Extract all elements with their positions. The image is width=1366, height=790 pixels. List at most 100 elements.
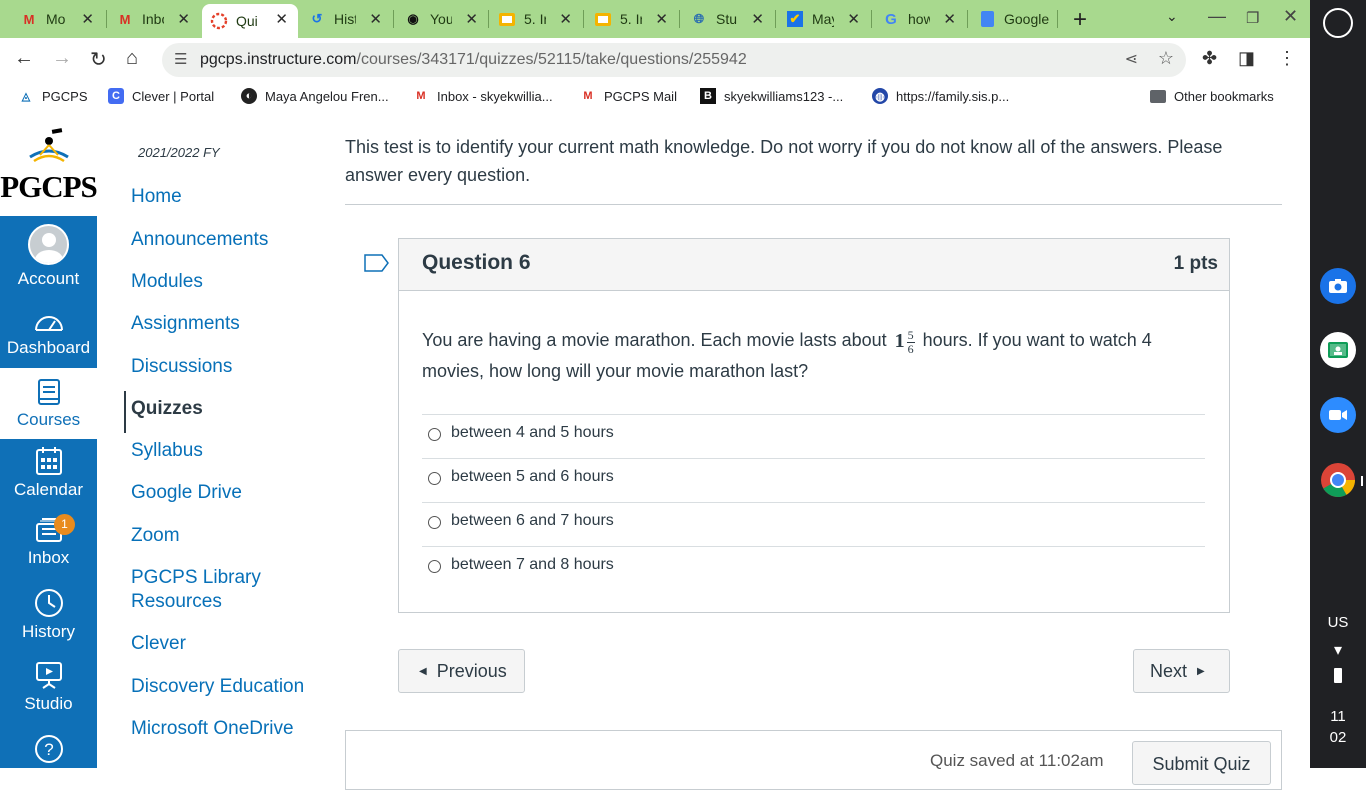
course-nav-onedrive[interactable]: Microsoft OneDrive xyxy=(131,717,294,741)
global-nav-help[interactable]: ? xyxy=(0,734,97,768)
answer-option[interactable]: between 4 and 5 hours xyxy=(422,414,1205,458)
extensions-puzzle-icon[interactable]: ✤ xyxy=(1202,48,1217,69)
close-icon[interactable]: ✕ xyxy=(751,10,764,28)
bookmark-clever[interactable]: C Clever | Portal xyxy=(108,88,214,104)
answer-option[interactable]: between 7 and 8 hours xyxy=(422,546,1205,590)
classroom-app-icon[interactable] xyxy=(1320,332,1356,368)
clock-hour[interactable]: 11 xyxy=(1310,708,1366,725)
menu-kebab-icon[interactable]: ⋮ xyxy=(1278,48,1296,69)
minimize-icon[interactable]: — xyxy=(1208,6,1226,27)
chrome-app-icon[interactable] xyxy=(1320,462,1356,498)
course-nav-modules[interactable]: Modules xyxy=(131,270,203,294)
submit-quiz-button[interactable]: Submit Quiz xyxy=(1132,741,1271,785)
close-icon[interactable]: ✕ xyxy=(177,10,190,28)
battery-icon[interactable] xyxy=(1310,668,1366,687)
close-icon[interactable]: ✕ xyxy=(943,10,956,28)
flag-question-icon[interactable] xyxy=(364,254,390,272)
zoom-app-icon[interactable] xyxy=(1320,397,1356,433)
close-icon[interactable]: ✕ xyxy=(559,10,572,28)
logo-graphic-icon xyxy=(29,128,69,163)
answer-label[interactable]: between 4 and 5 hours xyxy=(451,424,614,442)
keyboard-layout[interactable]: US xyxy=(1310,614,1366,631)
next-button[interactable]: Next ▶ xyxy=(1133,649,1230,693)
tab-student[interactable]: 🌐︎ Stu ✕ xyxy=(682,4,774,34)
home-icon[interactable]: ⌂ xyxy=(126,47,138,70)
close-icon[interactable]: ✕ xyxy=(369,10,382,28)
answer-radio[interactable] xyxy=(428,428,441,441)
bookmark-inbox[interactable]: M Inbox - skyekwillia... xyxy=(413,88,552,104)
close-icon[interactable]: ✕ xyxy=(847,10,860,28)
tab-gmail-1[interactable]: M Mo ✕ xyxy=(12,4,104,34)
tab-history[interactable]: ↺ Hist ✕ xyxy=(300,4,392,34)
global-nav-account[interactable]: Account xyxy=(0,224,97,289)
answer-radio[interactable] xyxy=(428,516,441,529)
global-nav-inbox[interactable]: 1 Inbox xyxy=(0,514,97,568)
address-bar[interactable]: ☰ pgcps.instructure.com/courses/343171/q… xyxy=(162,43,1186,77)
docs-icon xyxy=(978,10,996,28)
share-icon[interactable]: ⋖ xyxy=(1125,49,1138,69)
global-nav-history[interactable]: History xyxy=(0,588,97,642)
bookmark-maya-angelou[interactable]: ◐ Maya Angelou Fren... xyxy=(241,88,389,104)
bookmark-star-icon[interactable]: ☆ xyxy=(1158,48,1174,69)
course-nav-zoom[interactable]: Zoom xyxy=(131,524,180,548)
answer-radio[interactable] xyxy=(428,560,441,573)
bookmark-family-sis[interactable]: ◍ https://family.sis.p... xyxy=(872,88,1009,104)
clock-minute[interactable]: 02 xyxy=(1310,729,1366,746)
bookmark-pgcps-mail[interactable]: M PGCPS Mail xyxy=(580,88,677,104)
tab-gmail-2[interactable]: M Inbo ✕ xyxy=(108,4,200,34)
tab-slides-2[interactable]: 5. Ir ✕ xyxy=(586,4,678,34)
tab-quiz-active[interactable]: Qui ✕ xyxy=(202,4,298,38)
tab-google-docs[interactable]: Google xyxy=(970,4,1062,34)
course-nav-home[interactable]: Home xyxy=(131,185,182,209)
course-nav-clever[interactable]: Clever xyxy=(131,632,186,656)
answer-radio[interactable] xyxy=(428,472,441,485)
gmail-icon: M xyxy=(23,11,35,27)
question-card: Question 6 1 pts You are having a movie … xyxy=(398,238,1230,613)
bookmark-skyekwilliams[interactable]: B skyekwilliams123 -... xyxy=(700,88,843,104)
tab-search-chevron-icon[interactable]: ⌄ xyxy=(1166,8,1178,25)
course-nav-assignments[interactable]: Assignments xyxy=(131,312,240,336)
bookmark-other-bookmarks[interactable]: Other bookmarks xyxy=(1150,88,1274,104)
new-tab-button[interactable]: + xyxy=(1073,6,1087,34)
close-icon[interactable]: ✕ xyxy=(655,10,668,28)
courses-book-icon xyxy=(37,379,60,405)
tab-google-search[interactable]: G how ✕ xyxy=(874,4,966,34)
global-nav-courses[interactable]: Courses xyxy=(0,368,97,439)
course-nav-syllabus[interactable]: Syllabus xyxy=(131,439,203,463)
answer-label[interactable]: between 6 and 7 hours xyxy=(451,512,614,530)
answer-label[interactable]: between 5 and 6 hours xyxy=(451,468,614,486)
close-icon[interactable]: ✕ xyxy=(81,10,94,28)
bookmark-pgcps[interactable]: ◬ PGCPS xyxy=(18,88,88,104)
close-icon[interactable]: ✕ xyxy=(275,10,288,28)
tab-youtube[interactable]: ◉ You ✕ xyxy=(396,4,488,34)
global-navigation: PGCPS Account Dashboard Courses Calendar… xyxy=(0,123,98,768)
forward-arrow-icon[interactable]: → xyxy=(52,47,72,70)
global-nav-studio[interactable]: Studio xyxy=(0,660,97,714)
tab-check[interactable]: ✔ May ✕ xyxy=(778,4,870,34)
close-icon[interactable]: ✕ xyxy=(465,10,478,28)
answer-label[interactable]: between 7 and 8 hours xyxy=(451,556,614,574)
course-nav-pgcps-library[interactable]: PGCPS Library Resources xyxy=(131,566,311,614)
restore-icon[interactable]: ❐ xyxy=(1246,9,1259,27)
course-nav-announcements[interactable]: Announcements xyxy=(131,228,268,252)
launcher-icon[interactable] xyxy=(1323,8,1353,38)
reload-icon[interactable]: ↻ xyxy=(90,47,107,72)
answer-option[interactable]: between 5 and 6 hours xyxy=(422,458,1205,502)
camera-app-icon[interactable] xyxy=(1320,268,1356,304)
global-nav-calendar[interactable]: Calendar xyxy=(0,446,97,500)
answer-option[interactable]: between 6 and 7 hours xyxy=(422,502,1205,546)
course-nav-discovery-education[interactable]: Discovery Education xyxy=(131,675,304,699)
course-nav-google-drive[interactable]: Google Drive xyxy=(131,481,242,505)
course-nav-discussions[interactable]: Discussions xyxy=(131,355,232,379)
course-nav-quizzes[interactable]: Quizzes xyxy=(131,397,203,421)
global-nav-dashboard[interactable]: Dashboard xyxy=(0,310,97,358)
side-panel-icon[interactable]: ◨ xyxy=(1238,48,1255,69)
site-info-icon[interactable]: ☰ xyxy=(174,50,187,68)
wifi-icon[interactable]: ▾ xyxy=(1310,640,1366,660)
svg-text:?: ? xyxy=(44,740,53,759)
previous-button[interactable]: ◀ Previous xyxy=(398,649,525,693)
window-close-icon[interactable]: ✕ xyxy=(1283,6,1298,27)
back-arrow-icon[interactable]: ← xyxy=(14,47,34,70)
pgcps-logo[interactable]: PGCPS xyxy=(0,123,98,216)
tab-slides-1[interactable]: 5. Ir ✕ xyxy=(490,4,582,34)
